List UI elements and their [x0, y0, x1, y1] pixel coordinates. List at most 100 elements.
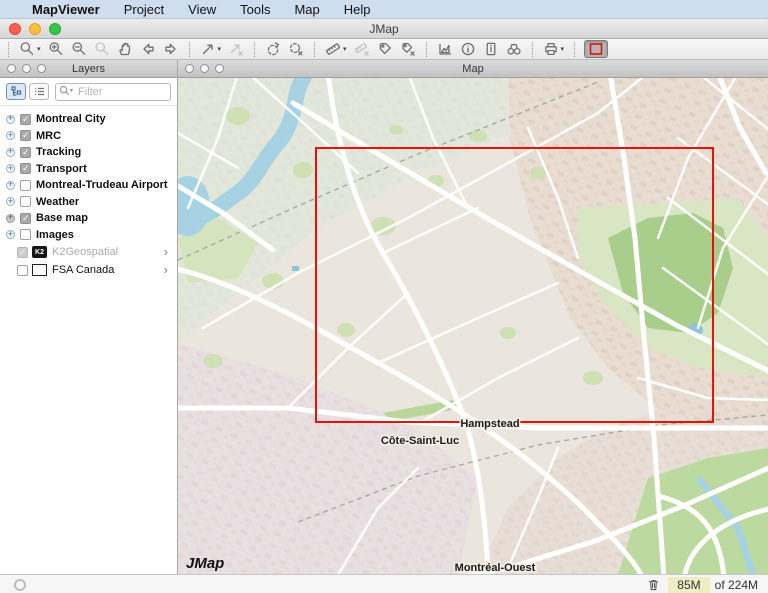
layer-row-weather[interactable]: Weather: [0, 194, 177, 211]
layer-label: Weather: [36, 196, 79, 208]
layer-checkbox[interactable]: [20, 196, 31, 207]
filter-searchbox: ▾: [55, 82, 171, 101]
zoom-out-button[interactable]: [70, 40, 88, 58]
menu-item-mapviewer[interactable]: MapViewer: [32, 2, 100, 17]
layer-checkbox[interactable]: [20, 147, 31, 158]
chevron-right-icon[interactable]: ›: [164, 265, 168, 275]
memory-total-text: of 224M: [715, 578, 758, 592]
select-circle-button[interactable]: [264, 40, 282, 58]
zoom-in-button[interactable]: [47, 40, 65, 58]
list-view-toggle[interactable]: [29, 83, 49, 100]
map-label-montreal-ouest: Montréal-Ouest: [455, 562, 536, 574]
expand-icon[interactable]: [6, 115, 15, 124]
dropdown-caret-icon[interactable]: ▾: [218, 45, 222, 53]
map-label-cote-saint-luc: Côte-Saint-Luc: [381, 435, 459, 447]
layer-row-montreal-city[interactable]: Montreal City: [0, 111, 177, 128]
infobar-icon: [483, 41, 499, 57]
info-button[interactable]: [459, 40, 477, 58]
menu-item-map[interactable]: Map: [294, 2, 319, 17]
layer-checkbox[interactable]: [20, 130, 31, 141]
print-button[interactable]: ▾: [542, 40, 566, 58]
search-options-caret-icon[interactable]: ▾: [70, 87, 73, 94]
toolbar-separator: [532, 42, 533, 57]
dropdown-caret-icon[interactable]: ▾: [343, 45, 347, 53]
layer-checkbox[interactable]: [20, 213, 31, 224]
sublayer-row-fsa-canada[interactable]: FSA Canada›: [17, 261, 177, 279]
jmap-watermark: JMap: [186, 555, 224, 572]
layer-checkbox[interactable]: [20, 114, 31, 125]
zoom-tool-icon: [19, 41, 35, 57]
layer-label: Images: [36, 229, 74, 241]
layer-checkbox[interactable]: [20, 229, 31, 240]
chevron-right-icon[interactable]: ›: [164, 247, 168, 257]
zoom-out-icon: [71, 41, 87, 57]
select-circle-icon: [265, 41, 281, 57]
zoom-in-icon: [48, 41, 64, 57]
measure-button[interactable]: ▾: [324, 40, 348, 58]
next-view-button[interactable]: [162, 40, 180, 58]
layer-row-mrc[interactable]: MRC: [0, 128, 177, 145]
expand-icon[interactable]: [6, 214, 15, 223]
layer-label: Transport: [36, 163, 87, 175]
tree-view-toggle[interactable]: [6, 83, 26, 100]
clear-circle-icon: [288, 41, 304, 57]
menu-item-project[interactable]: Project: [124, 2, 164, 17]
label-button[interactable]: [376, 40, 394, 58]
layers-panel-title-bar[interactable]: Layers: [0, 60, 177, 78]
clear-circle-button[interactable]: [287, 40, 305, 58]
clear-labels-button[interactable]: [399, 40, 417, 58]
expand-icon[interactable]: [6, 131, 15, 140]
main-content: Layers ▾ Montreal CityMRCTrackingTr: [0, 60, 768, 574]
layer-checkbox[interactable]: [17, 265, 28, 276]
toolbar-separator: [574, 42, 575, 57]
menu-items: MapViewer Project View Tools Map Help: [32, 2, 371, 17]
search-button[interactable]: [505, 40, 523, 58]
dropdown-caret-icon[interactable]: ▾: [37, 45, 41, 53]
map-panel: Map: [178, 60, 768, 574]
toolbar-separator: [314, 42, 315, 57]
area-chart-icon: [437, 41, 453, 57]
infobar-button[interactable]: [482, 40, 500, 58]
area-chart-button[interactable]: [436, 40, 454, 58]
layer-checkbox[interactable]: [20, 163, 31, 174]
layer-row-transport[interactable]: Transport: [0, 161, 177, 178]
layer-list: Montreal CityMRCTracking Transport Montrea…: [0, 106, 177, 574]
menu-item-help[interactable]: Help: [344, 2, 371, 17]
zoom-region-button[interactable]: [584, 40, 608, 58]
layer-label: Base map: [36, 212, 88, 224]
clear-measure-button: [353, 40, 371, 58]
expand-icon[interactable]: [6, 230, 15, 239]
connection-status-indicator: [14, 579, 26, 591]
menu-item-view[interactable]: View: [188, 2, 216, 17]
pan-button[interactable]: [116, 40, 134, 58]
layer-row-tracking[interactable]: Tracking: [0, 144, 177, 161]
layer-label: Tracking: [36, 146, 81, 158]
memory-usage: 85M of 224M: [647, 577, 760, 593]
layer-row-montreal-trudeau-airport[interactable]: Montreal-Trudeau Airport: [0, 177, 177, 194]
sublayer-row-k2geospatial[interactable]: K2 K2Geospatial ›: [17, 243, 177, 261]
toolbar-separator: [8, 42, 9, 57]
layer-row-base-map[interactable]: Base map: [0, 210, 177, 227]
search-icon: [506, 41, 522, 57]
expand-icon[interactable]: [6, 164, 15, 173]
menu-item-tools[interactable]: Tools: [240, 2, 270, 17]
map-canvas[interactable]: Hampstead Côte-Saint-Luc Montréal-Ouest …: [178, 78, 768, 574]
k2geospatial-logo-icon: K2: [32, 246, 47, 258]
dropdown-caret-icon[interactable]: ▾: [561, 45, 565, 53]
previous-view-button[interactable]: [139, 40, 157, 58]
layer-checkbox[interactable]: [20, 180, 31, 191]
select-button[interactable]: ▾: [199, 40, 223, 58]
window-title-bar: JMap: [0, 19, 768, 39]
map-panel-title-bar[interactable]: Map: [178, 60, 768, 78]
layer-row-images[interactable]: Images: [0, 227, 177, 244]
select-icon: [200, 41, 216, 57]
layer-checkbox[interactable]: [17, 247, 28, 258]
layer-label: K2Geospatial: [52, 246, 118, 258]
zoom-region-icon: [588, 41, 604, 57]
zoom-tool-button[interactable]: ▾: [18, 40, 42, 58]
expand-icon[interactable]: [6, 148, 15, 157]
trash-icon[interactable]: [647, 578, 660, 592]
expand-icon[interactable]: [6, 197, 15, 206]
map-image: Hampstead Côte-Saint-Luc Montréal-Ouest …: [178, 78, 768, 574]
expand-icon[interactable]: [6, 181, 15, 190]
